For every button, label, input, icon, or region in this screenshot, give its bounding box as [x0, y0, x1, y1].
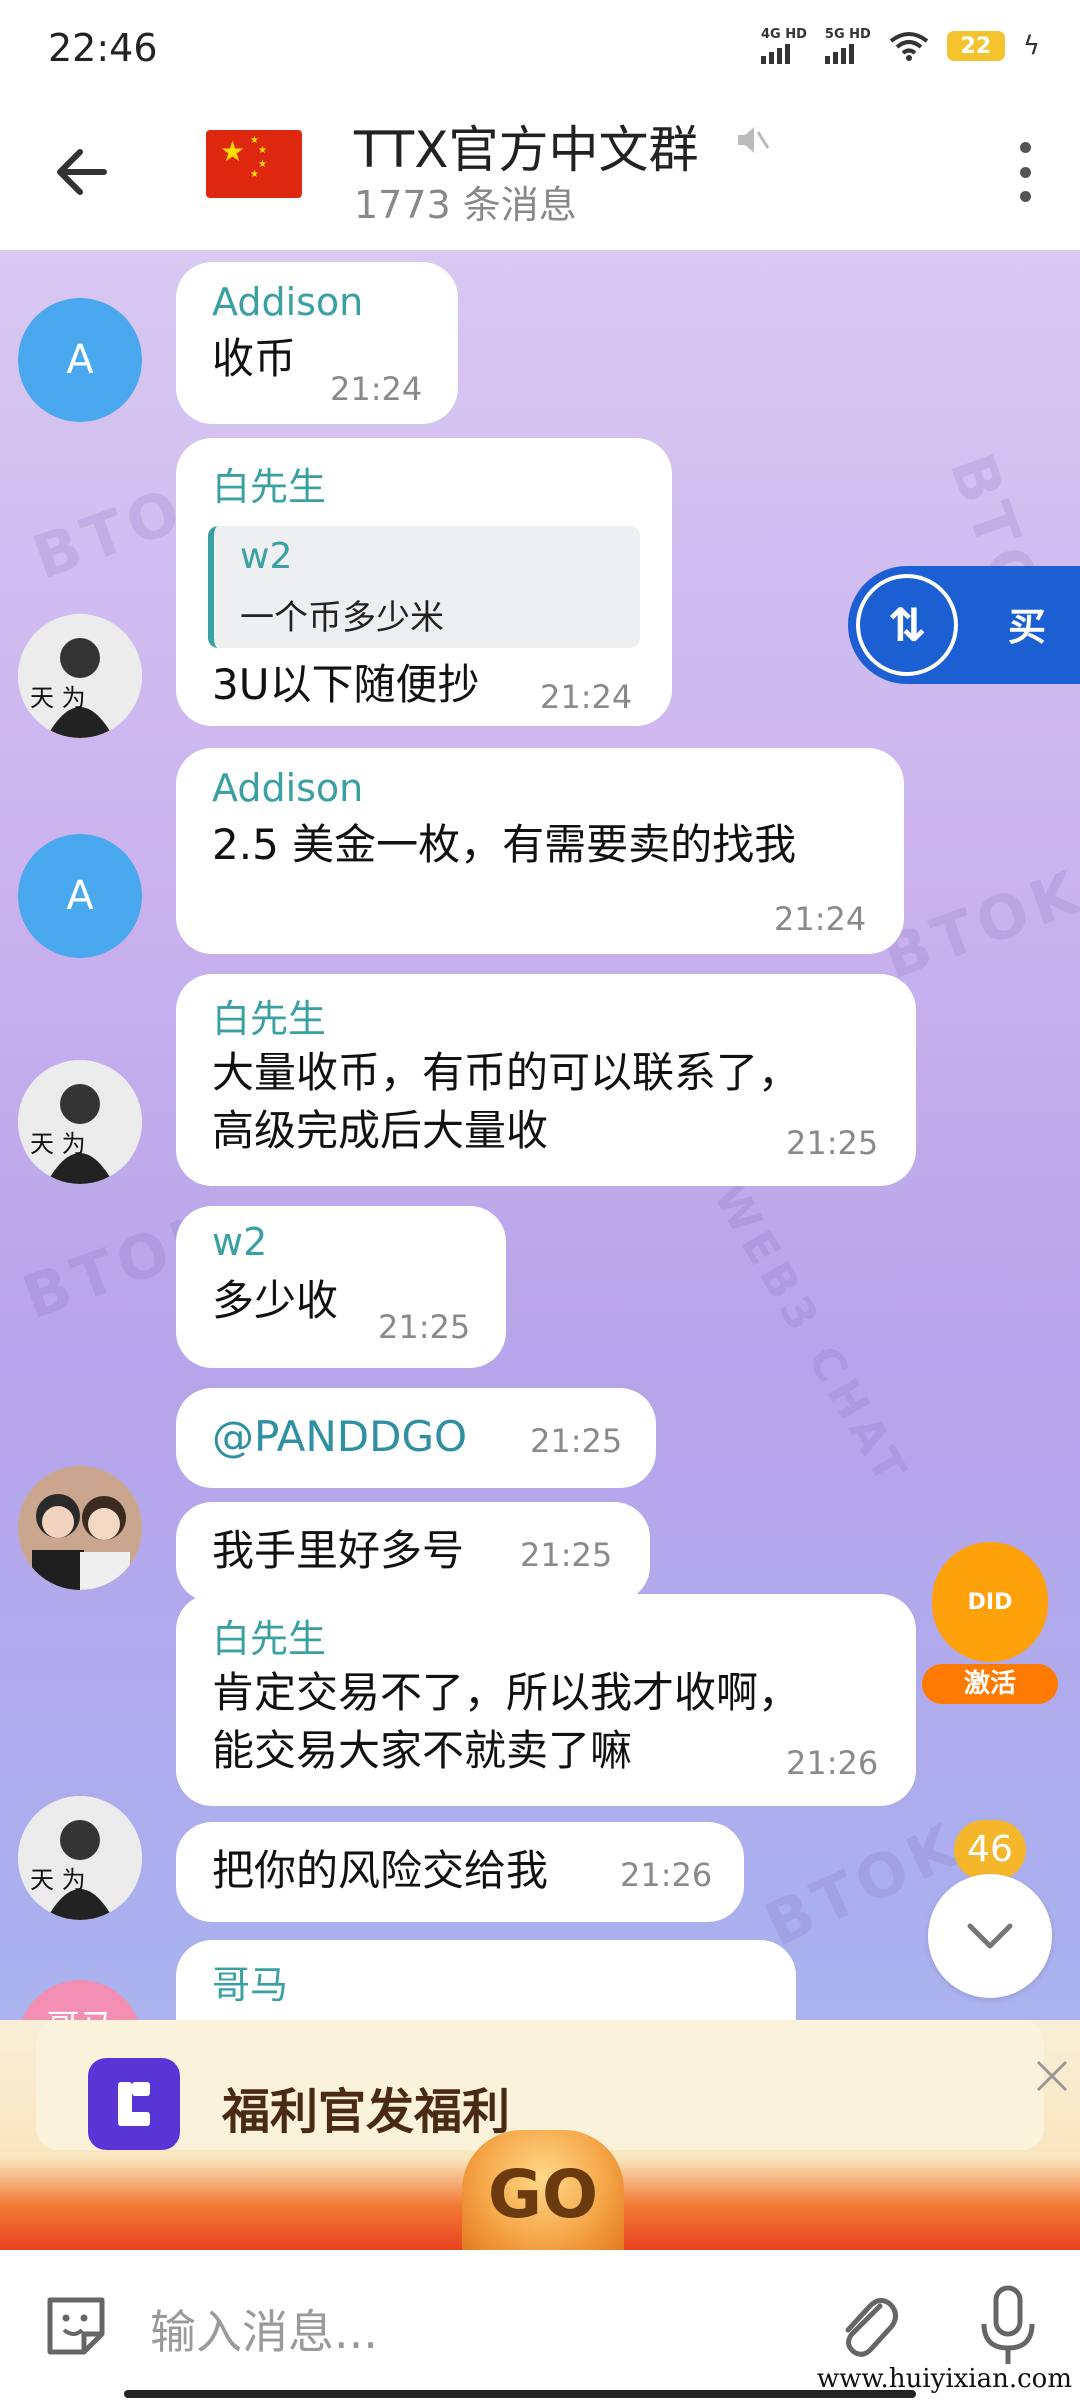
chat-header: ★ ★ ★ ★ ★ TTX官方中文群 1773 条消息 [0, 96, 1080, 250]
heart-icon: DID [932, 1542, 1048, 1662]
avatar[interactable]: 天 为 [18, 1796, 142, 1920]
message-text: 收币 [212, 334, 297, 383]
chevron-down-icon [967, 1923, 1013, 1949]
background-mark: BTOK [874, 856, 1080, 994]
trade-button[interactable]: ⇅ 买 [848, 566, 1080, 684]
message-text: 大量收币，有币的可以联系了， [212, 1048, 801, 1097]
message-text: 把你的风险交给我 [212, 1846, 549, 1895]
navigation-handle[interactable] [124, 2390, 916, 2398]
avatar[interactable]: A [18, 834, 142, 958]
scroll-down-button[interactable] [928, 1874, 1052, 1998]
message-time: 21:24 [330, 370, 423, 408]
avatar[interactable]: A [18, 298, 142, 422]
did-label: 激活 [922, 1664, 1058, 1704]
promo-banner[interactable]: 福利官发福利 GO [0, 2020, 1080, 2250]
message-bubble[interactable]: @PANDDGO 21:25 [176, 1388, 656, 1488]
message-bubble[interactable]: 白先生 肯定交易不了，所以我才收啊， 能交易大家不就卖了嘛 21:26 [176, 1594, 916, 1806]
svg-text:天 为: 天 为 [30, 684, 86, 712]
message-text: 能交易大家不就卖了嘛 [212, 1726, 633, 1775]
swap-icon: ⇅ [856, 574, 958, 676]
message-text: 我手里好多号 [212, 1526, 465, 1575]
message-time: 21:25 [786, 1124, 879, 1162]
message-time: 21:25 [530, 1422, 623, 1460]
network-label: 4G HD [761, 27, 807, 42]
china-flag-icon[interactable]: ★ ★ ★ ★ ★ [206, 130, 302, 198]
message-bubble[interactable]: Addison 收币 21:24 [176, 262, 458, 424]
chat-area[interactable]: BTOK BTOK BTOK BTOK BTOK WEB3 CHAT A Add… [0, 250, 1080, 2250]
sender-name[interactable]: 白先生 [212, 1608, 326, 1663]
did-activate-button[interactable]: DID 激活 [922, 1542, 1058, 1718]
watermark: www.huiyixian.com [816, 2364, 1072, 2394]
message-bubble[interactable]: 白先生 大量收币，有币的可以联系了， 高级完成后大量收 21:25 [176, 974, 916, 1186]
svg-text:天 为: 天 为 [30, 1866, 86, 1894]
network-label-2: 5G HD [824, 27, 871, 42]
message-bubble[interactable]: w2 多少收 21:25 [176, 1206, 506, 1368]
more-options-icon[interactable] [1010, 142, 1040, 202]
promo-logo-icon [88, 2058, 180, 2150]
wifi-icon [889, 32, 929, 61]
reply-quote[interactable]: w2 一个币多少米 [208, 526, 640, 648]
attach-icon[interactable] [830, 2286, 902, 2366]
sticker-icon[interactable] [40, 2290, 112, 2362]
sender-name[interactable]: 哥马 [212, 1954, 288, 2009]
message-bubble[interactable]: 白先生 w2 一个币多少米 3U以下随便抄 21:24 [176, 438, 672, 726]
message-time: 21:24 [774, 900, 867, 938]
promo-text: 福利官发福利 [222, 2084, 511, 2140]
message-text: 肯定交易不了，所以我才收啊， [212, 1668, 801, 1717]
message-text: 3U以下随便抄 [212, 660, 480, 709]
status-time: 22:46 [48, 26, 158, 70]
sender-name[interactable]: Addison [212, 280, 363, 324]
mute-icon [738, 127, 770, 153]
charging-icon: ϟ [1022, 31, 1040, 61]
sender-name[interactable]: w2 [212, 1220, 267, 1264]
avatar[interactable] [18, 1466, 142, 1590]
sender-name[interactable]: Addison [212, 766, 363, 810]
chat-title[interactable]: TTX官方中文群 [354, 110, 698, 182]
message-bubble[interactable]: 我手里好多号 21:25 [176, 1502, 650, 1602]
message-time: 21:24 [540, 678, 633, 716]
trade-label: 买 [1008, 605, 1047, 649]
avatar[interactable]: 天 为 [18, 614, 142, 738]
back-arrow-icon[interactable] [44, 132, 124, 212]
signal-icon-2: 5G HD [824, 27, 871, 64]
message-time: 21:25 [520, 1536, 613, 1574]
sender-name[interactable]: 白先生 [212, 456, 326, 511]
message-time: 21:26 [620, 1856, 713, 1894]
message-input[interactable]: 输入消息... [150, 2296, 378, 2362]
unread-count-badge: 46 [954, 1820, 1026, 1880]
message-time: 21:26 [786, 1744, 879, 1782]
close-icon[interactable] [1032, 2056, 1072, 2096]
go-button[interactable]: GO [462, 2130, 624, 2250]
status-icons: 4G HD 5G HD 22 ϟ [761, 28, 1040, 64]
sender-name[interactable]: 白先生 [212, 988, 326, 1043]
microphone-icon[interactable] [972, 2284, 1044, 2368]
message-text: 高级完成后大量收 [212, 1106, 549, 1155]
avatar[interactable]: 天 为 [18, 1060, 142, 1184]
message-text: 2.5 美金一枚，有需要卖的找我 [212, 820, 797, 869]
message-bubble[interactable]: Addison 2.5 美金一枚，有需要卖的找我 21:24 [176, 748, 904, 954]
message-bubble[interactable]: 把你的风险交给我 21:26 [176, 1822, 744, 1922]
input-bar: 输入消息... www.huiyixian.com [0, 2250, 1080, 2400]
message-time: 21:25 [378, 1308, 471, 1346]
reply-text: 一个币多少米 [240, 598, 444, 638]
status-bar: 22:46 4G HD 5G HD 22 ϟ [0, 0, 1080, 96]
did-text: DID [967, 1589, 1013, 1615]
mention-link[interactable]: @PANDDGO [212, 1408, 467, 1466]
battery-icon: 22 [946, 31, 1005, 61]
message-count: 1773 条消息 [354, 183, 577, 227]
signal-icon: 4G HD [761, 28, 807, 64]
svg-text:天 为: 天 为 [30, 1130, 86, 1158]
message-text: 多少收 [212, 1276, 339, 1325]
background-mark: WEB3 CHAT [703, 1174, 919, 1497]
reply-name: w2 [240, 536, 293, 577]
